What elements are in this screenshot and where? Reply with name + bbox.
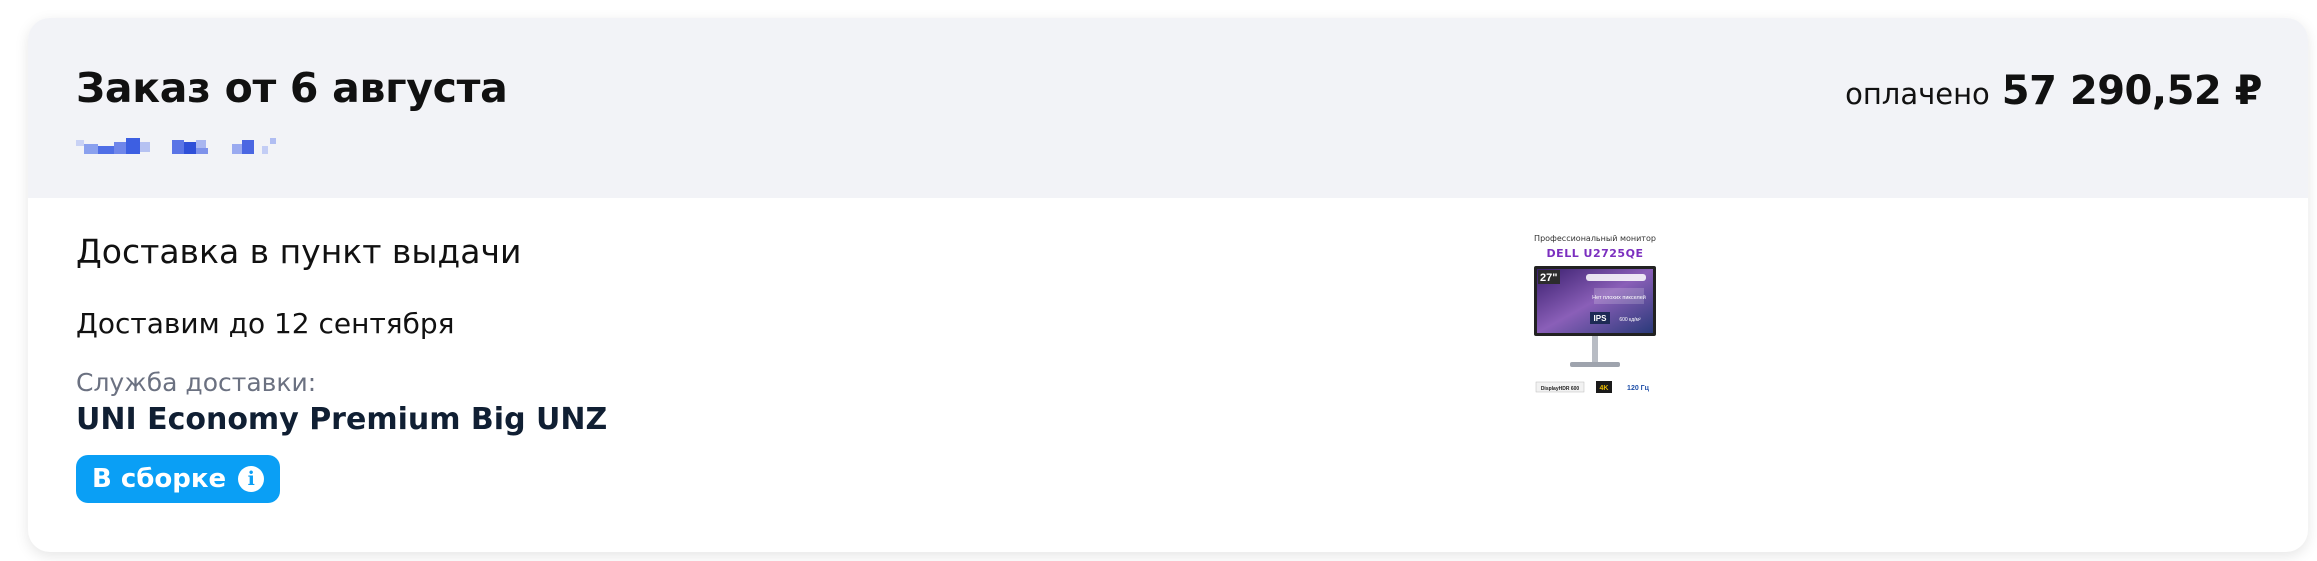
info-icon[interactable]: i: [238, 466, 265, 492]
panel-badge: IPS: [1594, 314, 1608, 323]
delivery-type: Доставка в пункт выдачи: [76, 232, 522, 271]
brightness-text: 600 кд/м²: [1619, 317, 1641, 323]
delivery-service-label: Служба доставки:: [76, 368, 317, 397]
paid-amount: 57 290,52 ₽: [2001, 68, 2263, 114]
product-thumbnail[interactable]: Профессиональный монитор DELL U2725QE 27…: [1530, 234, 1660, 414]
refresh-badge: 120 Гц: [1627, 385, 1650, 392]
delivery-service-name: UNI Economy Premium Big UNZ: [76, 402, 608, 437]
monitor-image: 27" Нет плохих пикселей IPS 600 кд/м² Di…: [1534, 266, 1656, 393]
feature-text: Нет плохих пикселей: [1592, 294, 1646, 301]
thumbnail-model: DELL U2725QE: [1546, 247, 1644, 260]
monitor-stand: [1592, 336, 1598, 362]
thumbnail-subtitle: Профессиональный монитор: [1534, 234, 1656, 243]
masked-order-info: [76, 138, 316, 156]
monitor-base: [1570, 362, 1620, 367]
order-card: Заказ от 6 августа оплачено 57 290,52 ₽ …: [28, 18, 2308, 552]
order-header: Заказ от 6 августа оплачено 57 290,52 ₽: [28, 18, 2308, 198]
order-paid-total: оплачено 57 290,52 ₽: [1845, 68, 2262, 114]
hdr-badge: DisplayHDR 600: [1541, 386, 1580, 392]
search-bar-graphic: [1586, 274, 1646, 281]
resolution-badge: 4K: [1600, 385, 1609, 392]
status-badge[interactable]: В сборке i: [76, 455, 281, 503]
status-label: В сборке: [92, 464, 227, 494]
delivery-date: Доставим до 12 сентября: [76, 307, 455, 340]
paid-label: оплачено: [1845, 77, 1990, 111]
order-title: Заказ от 6 августа: [76, 64, 508, 112]
size-badge: 27": [1540, 272, 1557, 284]
